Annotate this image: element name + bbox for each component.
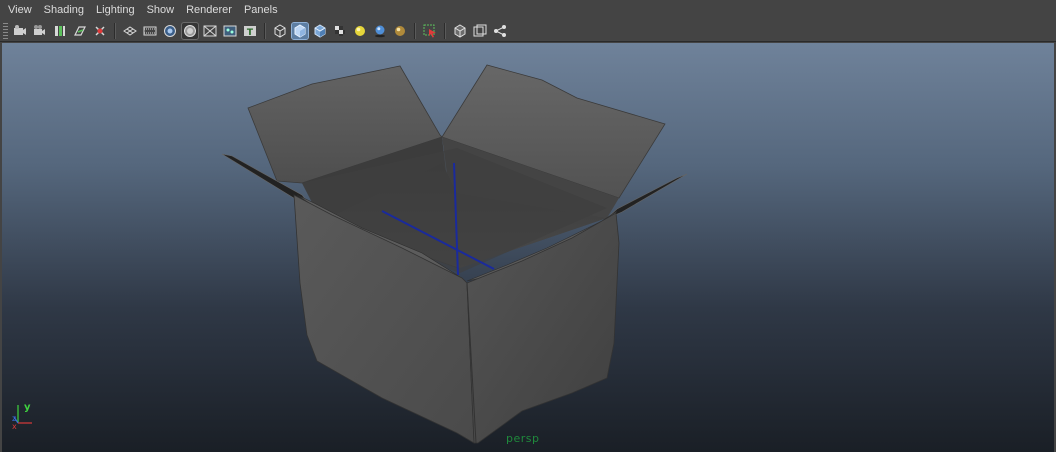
- film-gate-icon[interactable]: [142, 23, 158, 39]
- grid-icon[interactable]: [122, 23, 138, 39]
- svg-text:T: T: [247, 28, 254, 38]
- isolate-select-icon[interactable]: [422, 23, 438, 39]
- use-default-light-icon[interactable]: [352, 23, 368, 39]
- panel-toolbar: T: [0, 20, 1056, 42]
- panel-menu-bar: View Shading Lighting Show Renderer Pane…: [0, 0, 1056, 20]
- camera-attributes-icon[interactable]: [32, 23, 48, 39]
- bookmarks-icon[interactable]: [52, 23, 68, 39]
- default-material-icon[interactable]: [312, 23, 328, 39]
- camera-name-label: persp: [506, 432, 540, 445]
- safe-action-icon[interactable]: [222, 23, 238, 39]
- textured-icon[interactable]: [332, 23, 348, 39]
- menu-renderer[interactable]: Renderer: [180, 0, 238, 20]
- gate-mask-icon[interactable]: [181, 21, 199, 40]
- view-axis-gizmo: y z x: [12, 402, 32, 429]
- xray-components-icon[interactable]: [492, 23, 508, 39]
- xray-joints-icon[interactable]: [472, 23, 488, 39]
- image-plane-icon[interactable]: [72, 23, 88, 39]
- xray-icon[interactable]: [452, 23, 468, 39]
- menu-panels[interactable]: Panels: [238, 0, 284, 20]
- 3d-viewport[interactable]: persp y z x: [2, 43, 1054, 452]
- open-cardboard-box-model[interactable]: [2, 43, 1054, 452]
- menu-view[interactable]: View: [0, 0, 38, 20]
- axis-x-label: x: [12, 422, 17, 429]
- two-d-pan-zoom-icon[interactable]: [92, 23, 108, 39]
- maya-viewport-panel: View Shading Lighting Show Renderer Pane…: [0, 0, 1056, 452]
- resolution-gate-icon[interactable]: [162, 23, 178, 39]
- smooth-shade-icon[interactable]: [291, 21, 309, 40]
- menu-shading[interactable]: Shading: [38, 0, 90, 20]
- toolbar-separator: [444, 22, 446, 39]
- safe-title-icon[interactable]: T: [242, 23, 258, 39]
- select-camera-icon[interactable]: [12, 23, 28, 39]
- toolbar-separator: [264, 22, 266, 39]
- toolbar-separator: [114, 22, 116, 39]
- menu-show[interactable]: Show: [141, 0, 181, 20]
- field-chart-icon[interactable]: [202, 23, 218, 39]
- high-quality-icon[interactable]: [392, 23, 408, 39]
- axis-y-label: y: [24, 402, 31, 413]
- shadows-icon[interactable]: [372, 23, 388, 39]
- toolbar-grip[interactable]: [3, 22, 8, 39]
- menu-lighting[interactable]: Lighting: [90, 0, 141, 20]
- toolbar-separator: [414, 22, 416, 39]
- wireframe-icon[interactable]: [272, 23, 288, 39]
